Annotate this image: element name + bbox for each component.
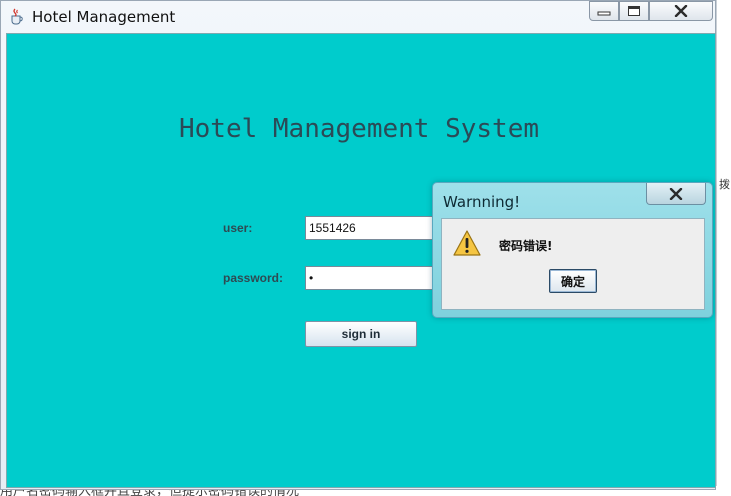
password-label: password: <box>223 271 284 285</box>
sign-in-button[interactable]: sign in <box>305 321 417 347</box>
password-input[interactable] <box>305 266 445 290</box>
close-button[interactable] <box>649 1 713 21</box>
minimize-icon <box>597 11 611 16</box>
user-input[interactable] <box>305 216 445 240</box>
warning-dialog: Warnning! 密码错误! 确定 <box>432 182 713 318</box>
warning-icon <box>453 230 481 256</box>
dialog-message: 密码错误! <box>499 239 553 253</box>
background-window-edge: 拨 <box>716 0 731 496</box>
ok-button[interactable]: 确定 <box>549 269 597 293</box>
close-icon <box>674 5 688 17</box>
user-label: user: <box>223 221 253 235</box>
background-text-fragment: 拨 <box>719 178 730 191</box>
close-icon <box>669 187 683 200</box>
app-heading: Hotel Management System <box>178 114 540 144</box>
java-cup-icon <box>11 8 23 25</box>
dialog-title: Warnning! <box>443 193 521 211</box>
minimize-button[interactable] <box>589 1 619 21</box>
dialog-body: 密码错误! 确定 <box>441 218 705 310</box>
dialog-close-button[interactable] <box>646 183 706 205</box>
window-title: Hotel Management <box>32 8 176 26</box>
title-bar[interactable]: Hotel Management <box>1 1 715 33</box>
maximize-icon <box>628 6 640 16</box>
maximize-button[interactable] <box>619 1 649 21</box>
